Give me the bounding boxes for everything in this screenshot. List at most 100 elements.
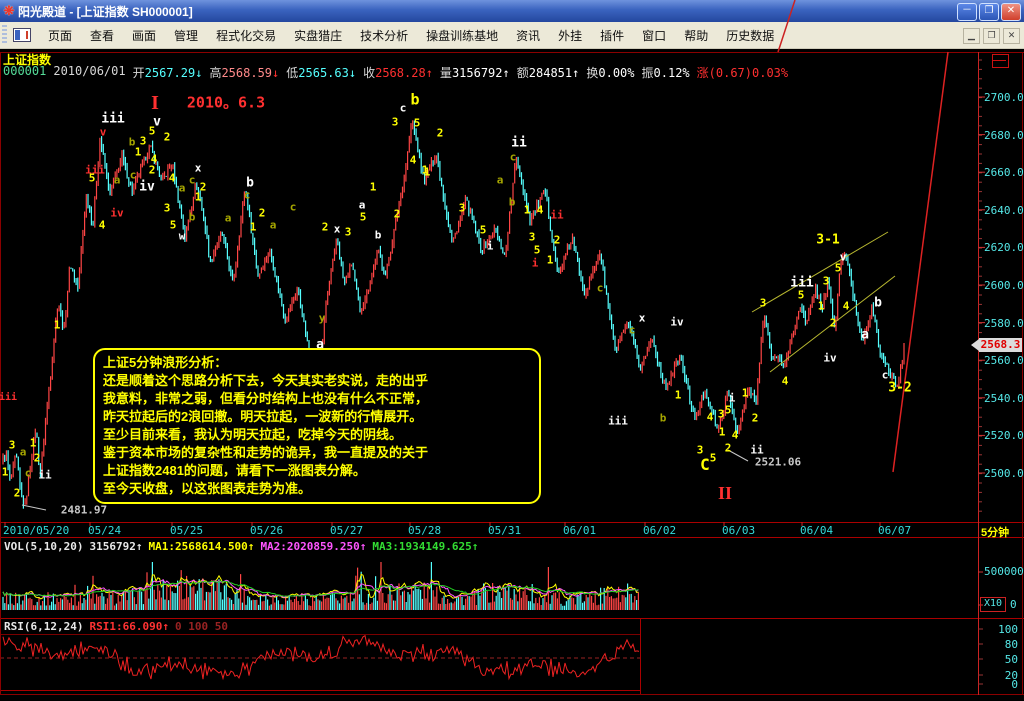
wave-label: i <box>487 241 494 252</box>
date-label: 06/07 <box>878 524 911 537</box>
date-label: 05/27 <box>330 524 363 537</box>
wave-label: 2 <box>164 132 171 143</box>
timeframe-label[interactable]: 5分钟 <box>981 524 1009 540</box>
wave-label: 5 <box>360 212 367 223</box>
analysis-line: 还是顺着这个思路分析下去，今天其实老实说，走的出乎 <box>103 372 531 390</box>
wave-label: c <box>882 370 889 381</box>
indicator-segment: MA1:2568614.500↑ <box>148 540 254 553</box>
wave-label: b <box>509 197 516 208</box>
mini-window-icon[interactable] <box>992 54 1009 68</box>
volume-scale-label: 0 <box>1010 599 1017 610</box>
wave-label: 5 <box>725 405 732 416</box>
menu-item-3[interactable]: 管理 <box>165 24 207 47</box>
wave-label: 2 <box>554 235 561 246</box>
wave-label: c <box>130 170 137 181</box>
menu-item-9[interactable]: 外挂 <box>549 24 591 47</box>
wave-label: 5 <box>170 220 177 231</box>
wave-label: 1 <box>54 320 61 331</box>
wave-label: 1 <box>547 255 554 266</box>
wave-label: 1 <box>424 167 431 178</box>
wave-label: 1 <box>370 182 377 193</box>
wave-label: i <box>532 258 539 269</box>
date-label: 05/25 <box>170 524 203 537</box>
wave-label: 1 <box>524 205 531 216</box>
indicator-segment: MA2:2020859.250↑ <box>260 540 366 553</box>
menu-item-0[interactable]: 页面 <box>39 24 81 47</box>
quote-field: 振0.12% <box>642 64 690 81</box>
wave-label: y <box>319 313 326 324</box>
wave-label: c <box>400 103 407 114</box>
menu-item-6[interactable]: 技术分析 <box>351 24 417 47</box>
indicator-segment: RSI(6,12,24) <box>4 620 83 633</box>
analysis-line: 鉴于资本市场的复杂性和走势的诡异，我一直提及的关于 <box>103 444 531 462</box>
wave-label: 5 <box>414 118 421 129</box>
menu-item-2[interactable]: 画面 <box>123 24 165 47</box>
wave-label: iii <box>85 165 105 176</box>
quote-field: 开2567.29↓ <box>133 64 203 81</box>
toolbar-grip[interactable] <box>2 25 7 45</box>
quote-field: 收2568.28↑ <box>363 64 433 81</box>
minimize-button[interactable]: － <box>957 3 977 21</box>
date-label: 06/02 <box>643 524 676 537</box>
wave-label: a <box>497 175 504 186</box>
wave-label: c <box>629 325 636 336</box>
mdi-close-button[interactable]: ✕ <box>1003 28 1020 44</box>
menu-item-7[interactable]: 操盘训练基地 <box>417 24 507 47</box>
wave-label: 2 <box>322 222 329 233</box>
wave-label: 2481.97 <box>61 505 107 516</box>
price-label: 2680.0 <box>984 130 1024 141</box>
price-label: 2700.0 <box>984 92 1024 103</box>
price-label: 2580.0 <box>984 318 1024 329</box>
analysis-line: 我意料，非常之弱，但看分时结构上也没有什么不正常， <box>103 390 531 408</box>
date-label: 2010/05/20 <box>3 524 69 537</box>
wave-label: iii <box>0 393 17 403</box>
menu-item-1[interactable]: 查看 <box>81 24 123 47</box>
menu-item-5[interactable]: 实盘猎庄 <box>285 24 351 47</box>
analysis-note-box: 上证5分钟浪形分析： 还是顺着这个思路分析下去，今天其实老实说，走的出乎 我意料… <box>93 348 541 504</box>
menu-item-8[interactable]: 资讯 <box>507 24 549 47</box>
wave-label: 1 <box>30 438 37 449</box>
wave-label: a <box>225 213 232 224</box>
mdi-minimize-button[interactable]: ▁ <box>963 28 980 44</box>
close-button[interactable]: ✕ <box>1001 3 1021 21</box>
wave-label: iii <box>101 113 124 126</box>
wave-label: c <box>597 283 604 294</box>
wave-label: C <box>700 457 710 473</box>
wave-label: x <box>334 224 341 235</box>
wave-label: 5 <box>835 263 842 274</box>
wave-label: 5 <box>710 453 717 464</box>
current-price-tag: 2568.3 <box>979 338 1022 352</box>
quote-field: 换0.00% <box>586 64 634 81</box>
wave-label: 1 <box>250 222 257 233</box>
quote-field: 额284851↑ <box>517 64 580 81</box>
chart-window-icon <box>13 28 31 42</box>
quote-field: 高2568.59↓ <box>209 64 279 81</box>
wave-label: 2 <box>34 453 41 464</box>
menu-item-4[interactable]: 程式化交易 <box>207 24 285 47</box>
wave-label: 1 <box>818 301 825 312</box>
rsi-scale-label: 50 <box>978 654 1018 665</box>
rsi-scale-label: 80 <box>978 639 1018 650</box>
wave-label: 3 <box>9 440 16 451</box>
menu-item-12[interactable]: 帮助 <box>675 24 717 47</box>
wave-label: 5 <box>534 245 541 256</box>
wave-label: c <box>189 175 196 186</box>
date-label: 06/01 <box>563 524 596 537</box>
restore-button[interactable]: ❐ <box>979 3 999 21</box>
quote-field: 2010/06/01 <box>53 64 125 81</box>
analysis-line: 上证5分钟浪形分析： <box>103 354 531 372</box>
indicator-segment: MA3:1934149.625↑ <box>372 540 478 553</box>
wave-label: b <box>874 297 882 310</box>
mdi-restore-button[interactable]: ❐ <box>983 28 1000 44</box>
menu-item-11[interactable]: 窗口 <box>633 24 675 47</box>
wave-label: i <box>729 393 736 404</box>
wave-label: c <box>25 468 32 479</box>
wave-label: 2 <box>394 209 401 220</box>
analysis-line: 上证指数2481的问题，请看下一涨图表分解。 <box>103 462 531 480</box>
volume-unit-badge: X10 <box>980 597 1006 612</box>
menu-item-10[interactable]: 插件 <box>591 24 633 47</box>
wave-label: 4 <box>782 376 789 387</box>
wave-label: 4 <box>843 301 850 312</box>
menu-item-13[interactable]: 历史数据 <box>717 24 783 47</box>
wave-label: 2 <box>259 208 266 219</box>
